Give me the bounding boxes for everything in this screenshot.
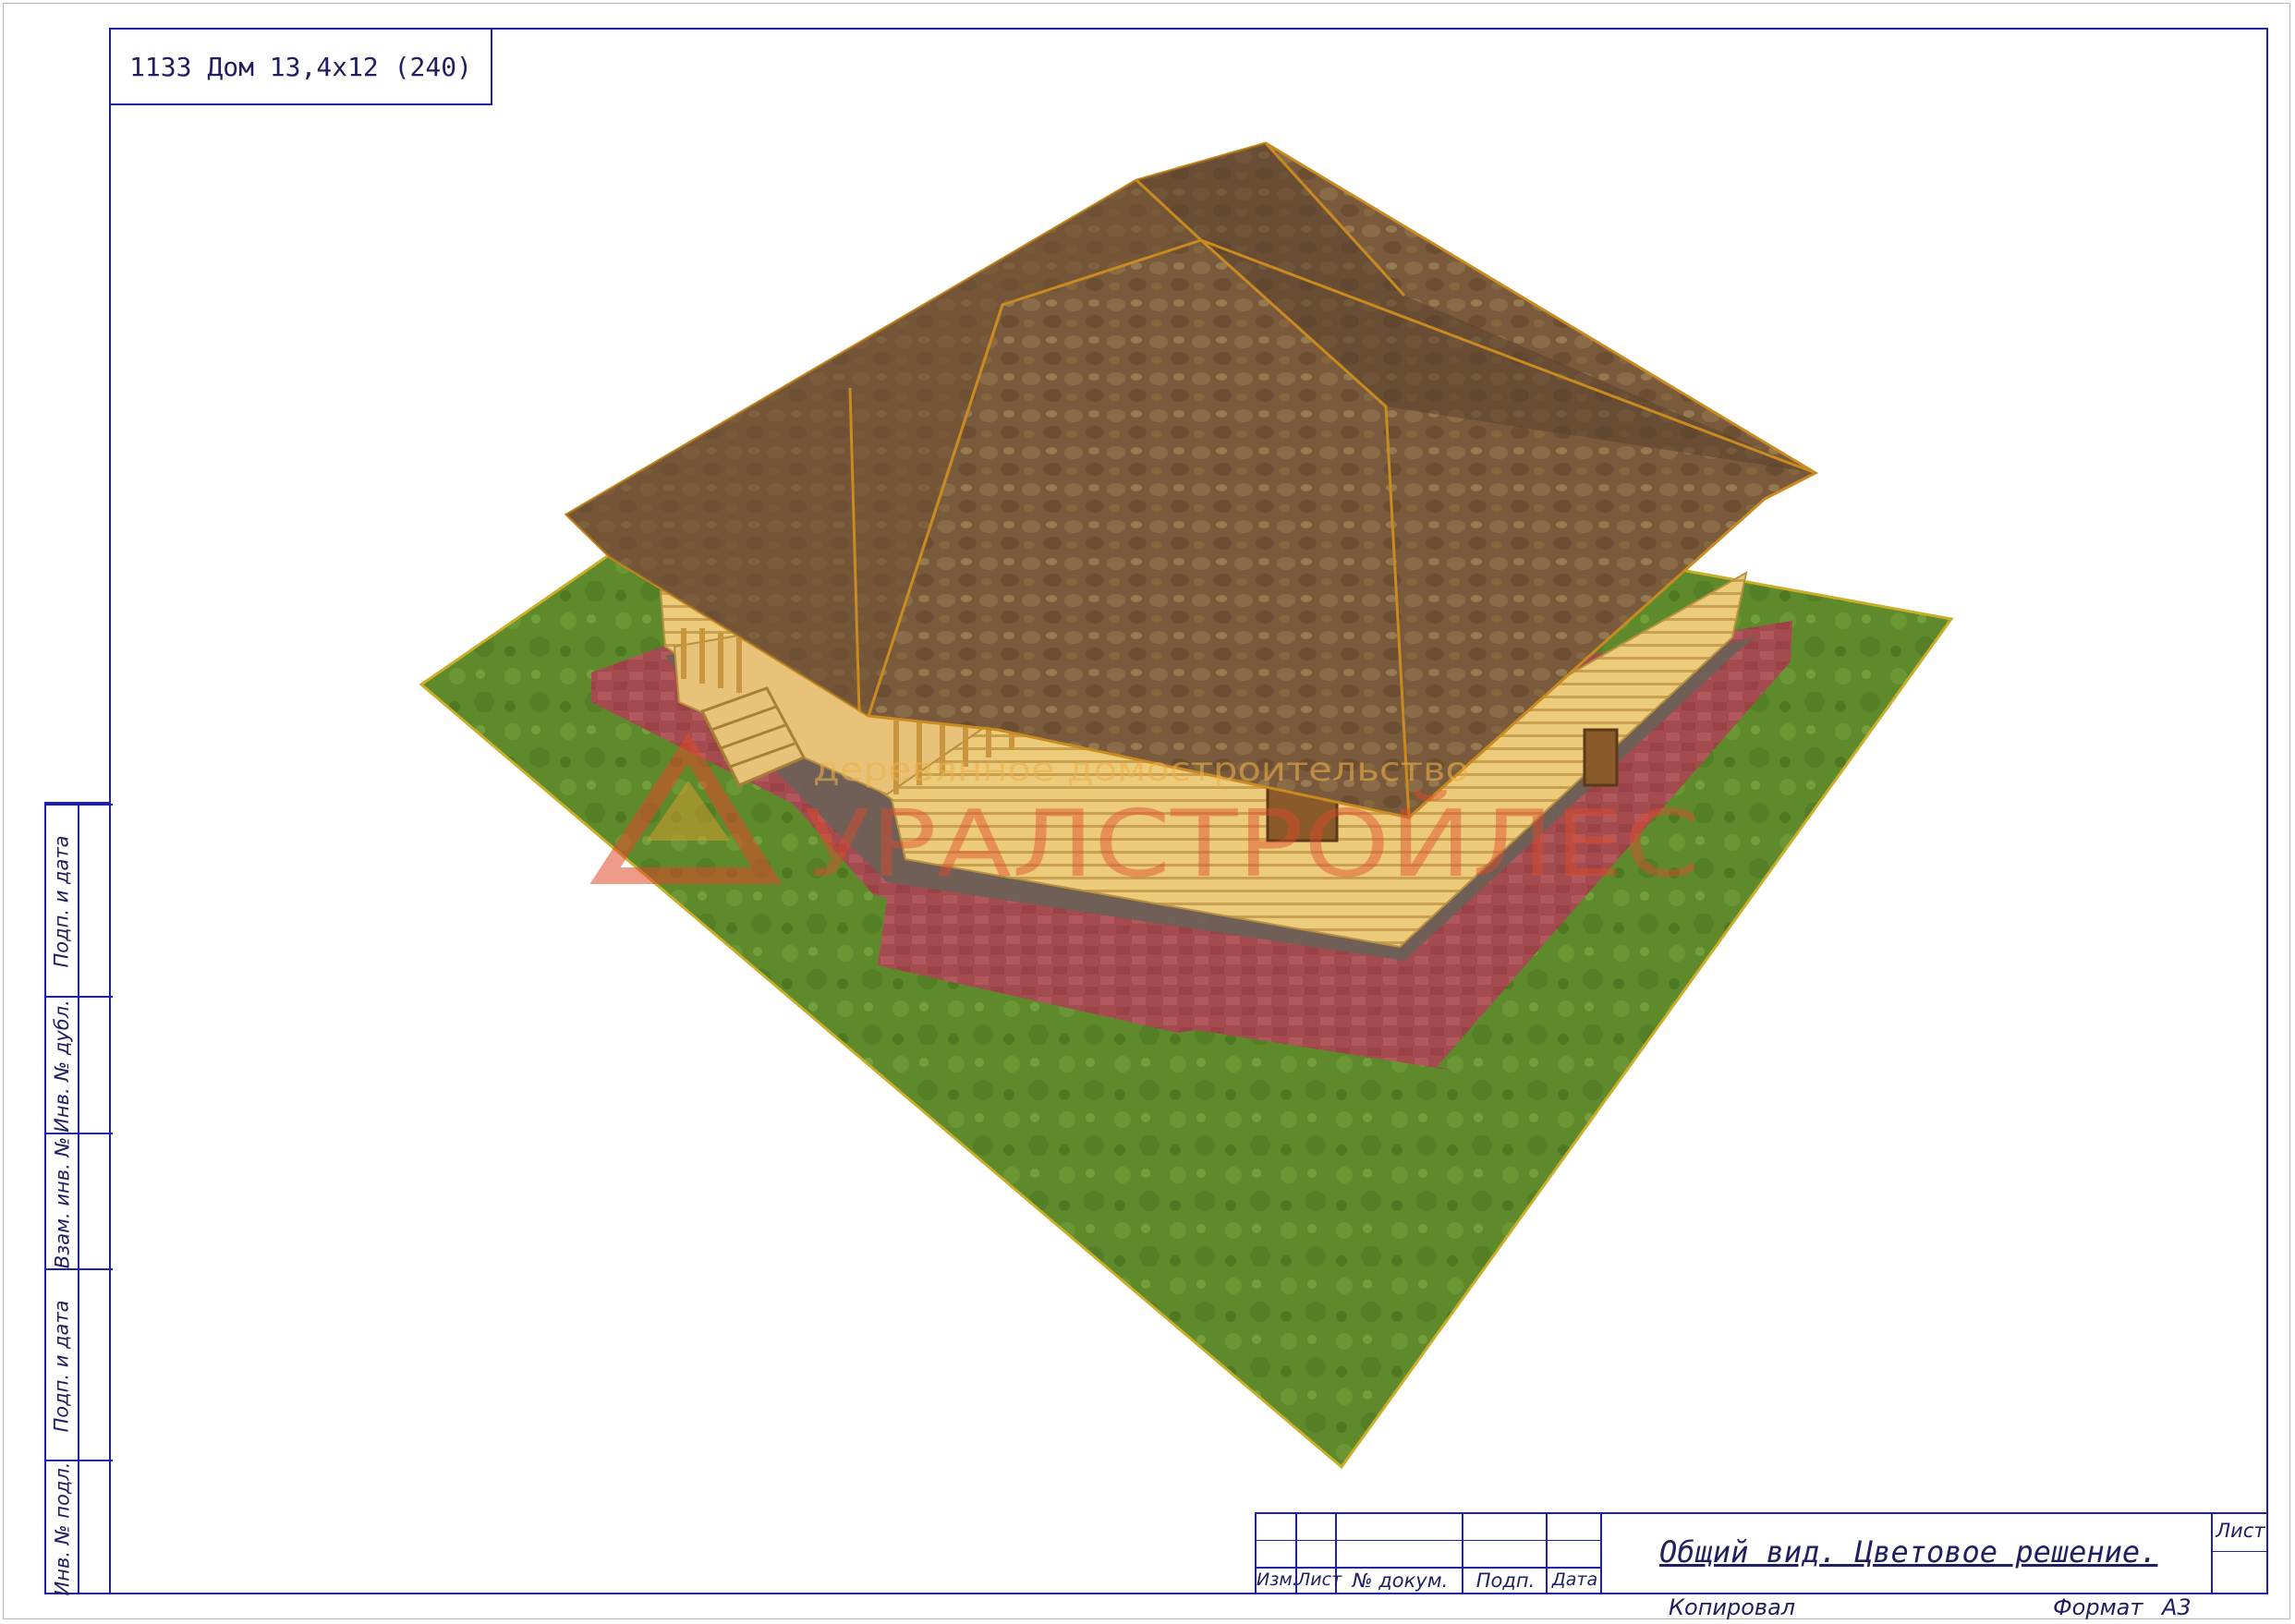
side-label: Инв. № подл. — [51, 1461, 74, 1596]
format-value: А3 — [2162, 1594, 2192, 1620]
col-date: Дата — [1551, 1569, 1598, 1590]
side-stamp: Подп. и дата Инв. № дубл. Взам. инв. № П… — [44, 802, 113, 1596]
format-label: Формат — [2053, 1594, 2143, 1620]
side-cell-replace-inv: Взам. инв. № — [46, 1133, 113, 1268]
watermark-brand: УРАЛСТРОЙЛЕС — [804, 790, 1700, 898]
col-sign: Подп. — [1475, 1569, 1536, 1592]
house-render: деревянное домостроительство УРАЛСТРОЙЛЕ… — [419, 141, 1954, 1470]
title-block: Изм. Лист № докум. Подп. Дата Общий вид.… — [1255, 1512, 2268, 1594]
project-title: 1133 Дом 13,4х12 (240) — [129, 51, 472, 82]
side-label: Подп. и дата — [51, 1299, 73, 1433]
side-label: Взам. инв. № — [51, 1136, 73, 1268]
sheet-label: Лист — [2216, 1520, 2265, 1542]
side-label: Инв. № дубл. — [51, 1000, 73, 1133]
side-label: Подп. и дата — [51, 835, 73, 968]
col-sheet: Лист — [1297, 1569, 1342, 1590]
document-title: Общий вид. Цветовое решение. — [1659, 1534, 2158, 1569]
side-cell-sign-date-2: Подп. и дата — [46, 1268, 113, 1460]
col-rev: Изм. — [1257, 1569, 1298, 1590]
project-title-box: 1133 Дом 13,4х12 (240) — [109, 28, 492, 105]
watermark-tagline: деревянное домостроительство — [813, 751, 1469, 789]
col-doc-no: № докум. — [1352, 1569, 1449, 1592]
side-cell-sign-date-1: Подп. и дата — [46, 804, 113, 996]
copied-label: Копировал — [1669, 1594, 1796, 1620]
side-cell-dup-inv: Инв. № дубл. — [46, 996, 113, 1133]
side-cell-original-inv: Инв. № подл. — [46, 1460, 113, 1596]
